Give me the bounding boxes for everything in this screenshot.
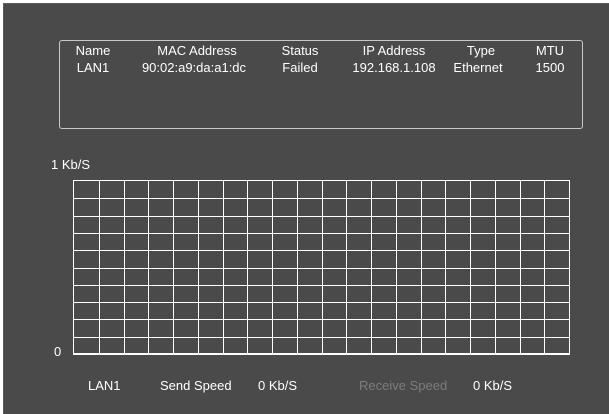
speed-interface-label: LAN1 [88,378,121,393]
column-header-name: Name [75,43,111,58]
cell-mtu: 1500 [535,60,565,75]
receive-speed-label: Receive Speed [359,378,448,393]
cell-type: Ethernet [453,60,503,75]
speed-chart-grid [74,181,569,354]
column-header-status: Status [281,43,319,58]
cell-status: Failed [282,60,318,75]
network-test-screen: Name MAC Address Status IP Address Type … [0,0,609,414]
cell-name: LAN1 [76,60,110,75]
column-header-mtu: MTU [535,43,565,58]
column-header-type: Type [466,43,496,58]
send-speed-value: 0 Kb/S [258,378,298,393]
receive-speed-value: 0 Kb/S [473,378,513,393]
network-interface-table: Name MAC Address Status IP Address Type … [59,40,583,129]
send-speed-label: Send Speed [160,378,232,393]
y-axis-bottom-label: 0 [54,344,62,359]
speed-chart [73,180,570,355]
cell-mac-address: 90:02:a9:da:a1:dc [141,60,247,75]
column-header-ip-address: IP Address [362,43,426,58]
column-header-mac-address: MAC Address [157,43,237,58]
cell-ip-address: 192.168.1.108 [352,60,436,75]
y-axis-top-label: 1 Kb/S [51,157,91,172]
network-panel: Name MAC Address Status IP Address Type … [3,3,609,414]
table-row[interactable]: LAN1 90:02:a9:da:a1:dc Failed 192.168.1.… [62,60,580,76]
